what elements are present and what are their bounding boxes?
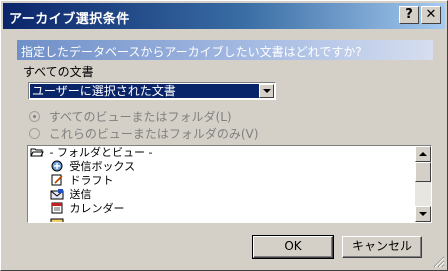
tree-item-calendar[interactable]: カレンダー — [50, 202, 125, 216]
tree-item-label: - フォルダとビュー - — [49, 146, 153, 159]
prompt-text: 指定したデータベースからアーカイブしたい文書はどれですか? — [17, 40, 433, 60]
folder-open-icon — [30, 148, 44, 157]
close-icon: ✕ — [425, 7, 437, 22]
chevron-down-icon — [263, 89, 271, 93]
close-button[interactable]: ✕ — [421, 6, 441, 24]
scroll-up-button[interactable] — [415, 146, 431, 162]
dialog-window: アーカイブ選択条件 ? ✕ 指定したデータベースからアーカイブしたい文書はどれで… — [0, 0, 448, 271]
inbox-icon — [51, 160, 63, 172]
tree-item-folders-views[interactable]: - フォルダとビュー - — [30, 146, 152, 160]
tree-item-inbox[interactable]: 受信ボックス — [50, 160, 135, 174]
tree-item-label: 受信ボックス — [69, 160, 136, 173]
help-button[interactable]: ? — [399, 6, 419, 24]
resize-grip-icon[interactable] — [433, 256, 445, 268]
folder-view-list-content: - フォルダとビュー - 受信ボックス ドラフト 送信 カレンダー — [28, 146, 415, 222]
draft-icon — [51, 174, 63, 186]
folder-view-list[interactable]: - フォルダとビュー - 受信ボックス ドラフト 送信 カレンダー — [27, 145, 432, 223]
tree-item-label: ドラフト — [69, 174, 114, 187]
chevron-down-icon — [419, 212, 427, 216]
window-title: アーカイブ選択条件 — [9, 12, 130, 27]
folder-icon — [50, 218, 64, 222]
chevron-up-icon — [419, 152, 427, 156]
tree-item-partial[interactable] — [50, 216, 66, 222]
radio-selected-views[interactable]: これらのビューまたはフォルダのみ(V) — [29, 125, 258, 141]
documents-select[interactable]: ユーザーに選択された文書 — [28, 82, 276, 100]
radio-selected-views-indicator[interactable] — [29, 128, 40, 139]
tree-item-label: カレンダー — [69, 202, 125, 215]
tree-item-label: 送信 — [69, 188, 92, 201]
radio-all-views-indicator[interactable] — [29, 111, 40, 122]
calendar-icon — [51, 202, 63, 214]
radio-selected-views-label: これらのビューまたはフォルダのみ(V) — [48, 127, 259, 141]
ok-button[interactable]: OK — [252, 235, 334, 259]
documents-select-dropdown-button[interactable] — [259, 84, 274, 98]
tree-scrollbar[interactable] — [415, 146, 431, 222]
radio-all-views-label: すべてのビューまたはフォルダ(L) — [48, 110, 232, 124]
scroll-thumb[interactable] — [415, 162, 431, 182]
help-icon: ? — [405, 7, 413, 22]
scroll-down-button[interactable] — [415, 206, 431, 222]
sent-icon — [50, 189, 64, 200]
cancel-button[interactable]: キャンセル — [342, 236, 422, 258]
radio-all-views[interactable]: すべてのビューまたはフォルダ(L) — [29, 108, 232, 124]
documents-select-value: ユーザーに選択された文書 — [30, 84, 259, 98]
title-bar[interactable]: アーカイブ選択条件 ? ✕ — [3, 3, 445, 29]
tree-item-drafts[interactable]: ドラフト — [50, 174, 114, 188]
documents-label: すべての文書 — [23, 65, 94, 79]
tree-item-sent[interactable]: 送信 — [50, 188, 92, 202]
